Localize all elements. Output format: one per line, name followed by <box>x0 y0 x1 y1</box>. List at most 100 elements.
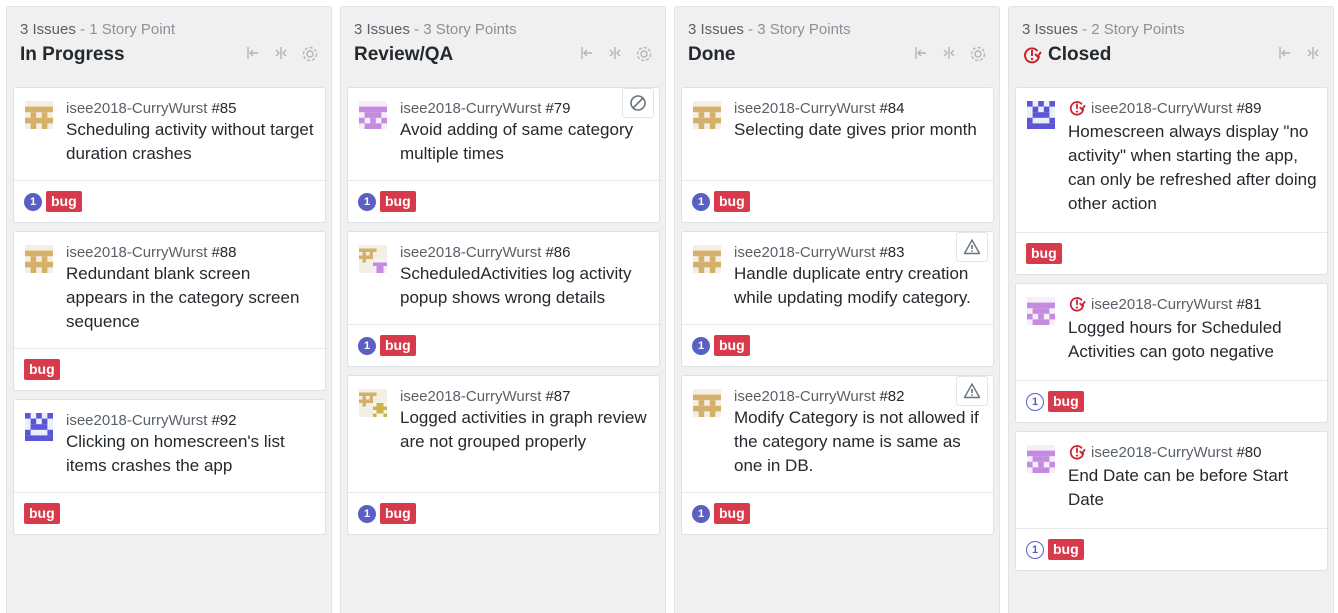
gear-icon[interactable] <box>969 45 987 63</box>
card-body: isee2018-CurryWurst #92 Clicking on homes… <box>14 400 325 478</box>
card-body: isee2018-CurryWurst #86 ScheduledActiviti… <box>348 232 659 310</box>
issue-card[interactable]: isee2018-CurryWurst #85 Scheduling activi… <box>13 87 326 223</box>
bug-label[interactable]: bug <box>24 359 60 380</box>
card-body: isee2018-CurryWurst #87 Logged activities… <box>348 376 659 454</box>
issue-reference[interactable]: isee2018-CurryWurst #92 <box>66 410 315 430</box>
issue-reference[interactable]: isee2018-CurryWurst #87 <box>400 386 649 406</box>
issue-title[interactable]: Clicking on homescreen's list items cras… <box>66 430 315 478</box>
card-footer: 1 bug <box>682 180 993 222</box>
bug-label[interactable]: bug <box>24 503 60 524</box>
card-body: isee2018-CurryWurst #81 Logged hours for … <box>1016 284 1327 364</box>
bug-label[interactable]: bug <box>1048 539 1084 560</box>
issue-title[interactable]: Modify Category is not allowed if the ca… <box>734 406 983 478</box>
issue-title[interactable]: Homescreen always display "no activity" … <box>1068 120 1317 216</box>
issue-card[interactable]: isee2018-CurryWurst #82 Modify Category i… <box>681 375 994 535</box>
bug-label[interactable]: bug <box>380 335 416 356</box>
repo-name: isee2018-CurryWurst <box>66 243 208 261</box>
column-title-text: Review/QA <box>354 44 454 65</box>
issue-count: 3 Issues <box>688 21 744 38</box>
collapse-column-icon[interactable] <box>1305 45 1321 61</box>
issue-card[interactable]: isee2018-CurryWurst #81 Logged hours for … <box>1015 283 1328 423</box>
issue-card[interactable]: isee2018-CurryWurst #84 Selecting date gi… <box>681 87 994 223</box>
issue-title[interactable]: Selecting date gives prior month <box>734 118 983 142</box>
issue-card[interactable]: isee2018-CurryWurst #87 Logged activities… <box>347 375 660 535</box>
avatar-tan <box>693 101 721 129</box>
issue-card[interactable]: isee2018-CurryWurst #80 End Date can be b… <box>1015 431 1328 571</box>
issue-card[interactable]: isee2018-CurryWurst #83 Handle duplicate … <box>681 231 994 367</box>
card-body: isee2018-CurryWurst #79 Avoid adding of s… <box>348 88 659 166</box>
issue-title[interactable]: Logged activities in graph review are no… <box>400 406 649 454</box>
repo-name: isee2018-CurryWurst <box>400 99 542 117</box>
collapse-column-icon[interactable] <box>941 45 957 63</box>
card-footer: 1 bug <box>1016 528 1327 570</box>
column-summary: 3 Issues - 3 Story Points <box>354 21 517 38</box>
bug-label[interactable]: bug <box>714 191 750 212</box>
collapse-left-icon[interactable] <box>913 45 929 63</box>
card-body: isee2018-CurryWurst #85 Scheduling activi… <box>14 88 325 166</box>
issue-card[interactable]: isee2018-CurryWurst #79 Avoid adding of s… <box>347 87 660 223</box>
story-points-count: 2 Story Points <box>1091 21 1185 38</box>
avatar-purple <box>1027 297 1055 325</box>
issue-number: #83 <box>879 243 905 261</box>
issue-number: #79 <box>545 99 571 117</box>
card-body: isee2018-CurryWurst #88 Redundant blank s… <box>14 232 325 334</box>
gear-icon[interactable] <box>635 45 653 63</box>
summary-separator: - <box>409 21 424 38</box>
issue-number: #82 <box>879 387 905 405</box>
collapse-left-icon[interactable] <box>1277 45 1293 61</box>
collapse-column-icon[interactable] <box>273 45 289 63</box>
column-actions <box>913 45 987 63</box>
card-body: isee2018-CurryWurst #80 End Date can be b… <box>1016 432 1327 512</box>
issue-reference[interactable]: isee2018-CurryWurst #84 <box>734 98 983 118</box>
issue-reference[interactable]: isee2018-CurryWurst #89 <box>1068 98 1317 118</box>
column-title-text: In Progress <box>20 44 125 65</box>
issue-reference[interactable]: isee2018-CurryWurst #86 <box>400 242 649 262</box>
issue-title[interactable]: Redundant blank screen appears in the ca… <box>66 262 315 334</box>
card-body: isee2018-CurryWurst #83 Handle duplicate … <box>682 232 993 310</box>
repo-name: isee2018-CurryWurst <box>734 99 876 117</box>
issue-title[interactable]: End Date can be before Start Date <box>1068 464 1317 512</box>
closed-issue-icon <box>1069 101 1086 116</box>
avatar-tan <box>25 245 53 273</box>
issue-card[interactable]: isee2018-CurryWurst #92 Clicking on homes… <box>13 399 326 535</box>
issue-title[interactable]: Scheduling activity without target durat… <box>66 118 315 166</box>
issue-card[interactable]: isee2018-CurryWurst #89 Homescreen always… <box>1015 87 1328 275</box>
column-header: 3 Issues - 1 Story Point In Progress <box>7 7 331 83</box>
bug-label[interactable]: bug <box>1048 391 1084 412</box>
collapse-left-icon[interactable] <box>579 45 595 63</box>
issue-reference[interactable]: isee2018-CurryWurst #88 <box>66 242 315 262</box>
issue-title[interactable]: Logged hours for Scheduled Activities ca… <box>1068 316 1317 364</box>
bug-label[interactable]: bug <box>714 503 750 524</box>
issue-card[interactable]: isee2018-CurryWurst #88 Redundant blank s… <box>13 231 326 391</box>
card-body: isee2018-CurryWurst #82 Modify Category i… <box>682 376 993 478</box>
summary-separator: - <box>743 21 758 38</box>
issue-reference[interactable]: isee2018-CurryWurst #83 <box>734 242 983 262</box>
avatar-blue <box>1027 101 1055 129</box>
issue-reference[interactable]: isee2018-CurryWurst #79 <box>400 98 649 118</box>
issue-title[interactable]: Avoid adding of same category multiple t… <box>400 118 649 166</box>
column-summary: 3 Issues - 2 Story Points <box>1022 21 1185 38</box>
issue-title[interactable]: Handle duplicate entry creation while up… <box>734 262 983 310</box>
issue-title[interactable]: ScheduledActivities log activity popup s… <box>400 262 649 310</box>
story-point-badge: 1 <box>1026 540 1044 559</box>
issue-reference[interactable]: isee2018-CurryWurst #82 <box>734 386 983 406</box>
issue-card[interactable]: isee2018-CurryWurst #86 ScheduledActiviti… <box>347 231 660 367</box>
avatar-tan <box>693 245 721 273</box>
column-summary: 3 Issues - 3 Story Points <box>688 21 851 38</box>
bug-label[interactable]: bug <box>1026 243 1062 264</box>
issue-reference[interactable]: isee2018-CurryWurst #80 <box>1068 442 1317 462</box>
issue-reference[interactable]: isee2018-CurryWurst #81 <box>1068 294 1317 314</box>
collapse-column-icon[interactable] <box>607 45 623 63</box>
gear-icon[interactable] <box>301 45 319 63</box>
issue-number: #80 <box>1236 443 1262 461</box>
bug-label[interactable]: bug <box>46 191 82 212</box>
bug-label[interactable]: bug <box>714 335 750 356</box>
column-actions <box>579 45 653 63</box>
card-footer: bug <box>14 348 325 390</box>
card-footer: bug <box>1016 232 1327 274</box>
bug-label[interactable]: bug <box>380 503 416 524</box>
collapse-left-icon[interactable] <box>245 45 261 63</box>
bug-label[interactable]: bug <box>380 191 416 212</box>
issue-reference[interactable]: isee2018-CurryWurst #85 <box>66 98 315 118</box>
column-header: 3 Issues - 3 Story Points Done <box>675 7 999 83</box>
